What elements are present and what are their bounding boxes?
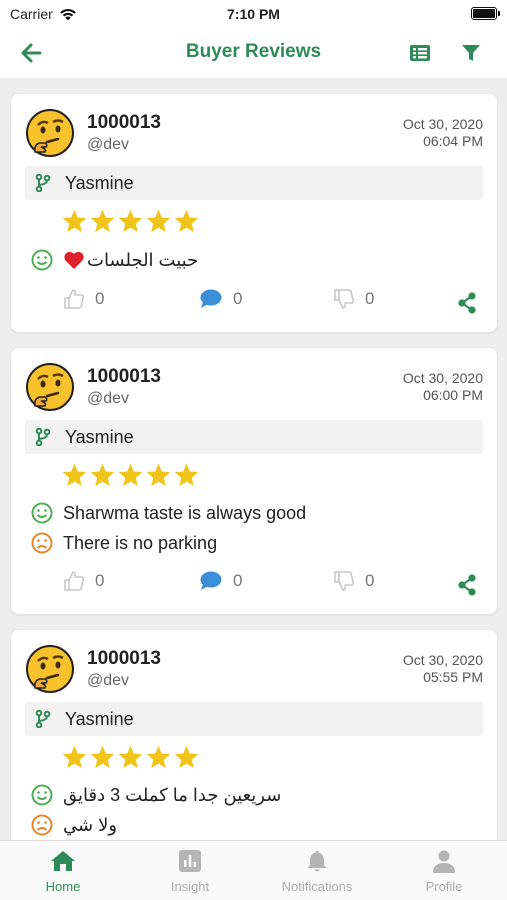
reviewer-id[interactable]: 1000013: [87, 366, 161, 388]
branch-row: Yasmine: [25, 420, 483, 454]
star-rating: [61, 462, 200, 489]
heart-icon: [64, 251, 84, 269]
review-card: 1000013 @dev Oct 30, 2020 06:04 PM Yasmi…: [11, 94, 497, 332]
star-icon: [118, 745, 143, 768]
smile-icon: [31, 249, 53, 271]
star-icon: [146, 463, 171, 486]
star-icon: [174, 745, 199, 768]
reviewer-handle: @dev: [87, 672, 130, 689]
thinking-face-avatar: [26, 109, 74, 157]
tab-home[interactable]: Home: [0, 849, 126, 894]
dislike-count: 0: [365, 289, 375, 308]
like-count: 0: [95, 571, 105, 590]
dislike-button[interactable]: 0: [333, 288, 374, 310]
positive-comment: Sharwma taste is always good: [31, 499, 306, 527]
branch-row: Yasmine: [25, 166, 483, 200]
thumbs-up-icon: [64, 289, 85, 309]
comment-count: 0: [233, 571, 243, 590]
branch-icon: [35, 174, 51, 192]
filter-icon: [462, 45, 480, 61]
thumbs-down-icon: [334, 571, 355, 591]
frown-icon: [31, 814, 53, 836]
clock: 7:10 PM: [227, 6, 280, 22]
comment-button[interactable]: 0: [199, 570, 242, 592]
thumbs-down-icon: [334, 289, 355, 309]
positive-text: سريعين جدا ما كملت 3 دقايق: [63, 784, 282, 805]
frown-icon: [31, 532, 53, 554]
positive-comment: سريعين جدا ما كملت 3 دقايق: [31, 781, 281, 809]
thumbs-up-icon: [64, 571, 85, 591]
star-icon: [118, 209, 143, 232]
reviewer-id[interactable]: 1000013: [87, 648, 161, 670]
star-icon: [62, 745, 87, 768]
home-icon: [51, 851, 75, 871]
reviewer-id[interactable]: 1000013: [87, 112, 161, 134]
list-icon: [410, 45, 430, 61]
comment-count: 0: [233, 289, 243, 308]
like-button[interactable]: 0: [63, 570, 104, 592]
list-view-button[interactable]: [407, 40, 433, 66]
dislike-count: 0: [365, 571, 375, 590]
thinking-face-avatar: [26, 645, 74, 693]
share-icon[interactable]: [457, 292, 477, 314]
negative-comment: There is no parking: [31, 529, 217, 557]
reviewer-handle: @dev: [87, 390, 130, 407]
share-icon[interactable]: [457, 574, 477, 596]
comment-button[interactable]: 0: [199, 288, 242, 310]
positive-text: حبيت الجلسات: [87, 249, 199, 270]
smile-icon: [31, 502, 53, 524]
branch-row: Yasmine: [25, 702, 483, 736]
review-card: 1000013 @dev Oct 30, 2020 05:55 PM Yasmi…: [11, 630, 497, 840]
review-actions: 0 0 0: [11, 288, 497, 318]
like-count: 0: [95, 289, 105, 308]
dislike-button[interactable]: 0: [333, 570, 374, 592]
star-icon: [146, 209, 171, 232]
reviewer-handle: @dev: [87, 136, 130, 153]
filter-button[interactable]: [458, 40, 484, 66]
branch-icon: [35, 428, 51, 446]
nav-bar: Buyer Reviews: [0, 28, 507, 78]
positive-text: Sharwma taste is always good: [63, 502, 307, 523]
star-icon: [118, 463, 143, 486]
tab-bar: Home Insight Notifications Profile: [0, 840, 507, 900]
branch-name: Yasmine: [65, 173, 134, 193]
star-icon: [62, 209, 87, 232]
branch-name: Yasmine: [65, 709, 134, 729]
review-actions: 0 0 0: [11, 570, 497, 600]
branch-icon: [35, 710, 51, 728]
negative-comment: ولا شي: [31, 811, 117, 839]
review-card: 1000013 @dev Oct 30, 2020 06:00 PM Yasmi…: [11, 348, 497, 614]
positive-comment: حبيت الجلسات: [31, 246, 198, 274]
star-icon: [146, 745, 171, 768]
star-icon: [174, 463, 199, 486]
chart-icon: [179, 850, 201, 872]
smile-icon: [31, 784, 53, 806]
tab-insight[interactable]: Insight: [127, 849, 253, 894]
reviews-feed[interactable]: 1000013 @dev Oct 30, 2020 06:04 PM Yasmi…: [0, 78, 507, 840]
chat-bubble-icon: [200, 571, 222, 590]
negative-text: There is no parking: [63, 532, 218, 553]
review-date: Oct 30, 2020 05:55 PM: [402, 652, 483, 685]
star-icon: [90, 463, 115, 486]
review-date: Oct 30, 2020 06:00 PM: [402, 370, 483, 403]
branch-name: Yasmine: [65, 427, 134, 447]
review-date: Oct 30, 2020 06:04 PM: [402, 116, 483, 149]
star-icon: [62, 463, 87, 486]
star-icon: [174, 209, 199, 232]
star-icon: [90, 209, 115, 232]
like-button[interactable]: 0: [63, 288, 104, 310]
battery-icon: [471, 7, 500, 20]
star-icon: [90, 745, 115, 768]
star-rating: [61, 208, 200, 235]
tab-profile[interactable]: Profile: [381, 849, 507, 894]
chat-bubble-icon: [200, 289, 222, 308]
thinking-face-avatar: [26, 363, 74, 411]
tab-notifications[interactable]: Notifications: [254, 849, 380, 894]
negative-text: ولا شي: [63, 814, 118, 835]
user-icon: [433, 850, 455, 873]
star-rating: [61, 744, 200, 771]
bell-icon: [307, 851, 327, 872]
status-bar: Carrier 7:10 PM: [0, 0, 507, 28]
